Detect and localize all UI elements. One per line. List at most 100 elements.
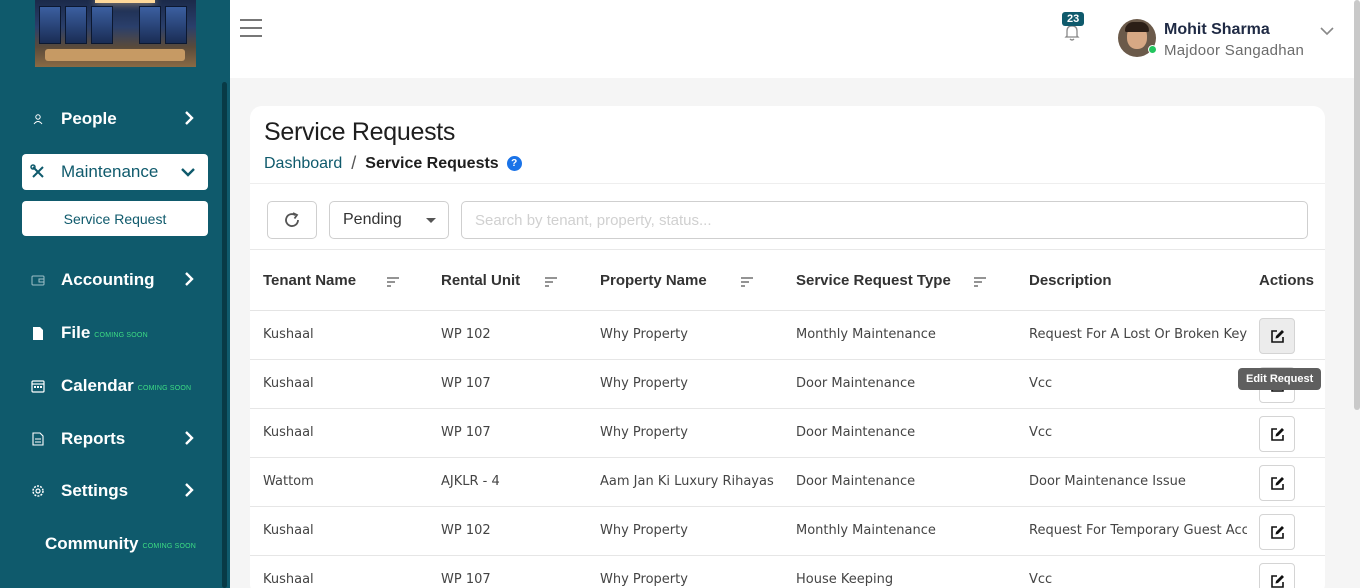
column-header-description[interactable]: Description: [1029, 272, 1112, 289]
online-status-dot: [1148, 45, 1157, 54]
cell-rental-unit: AJKLR - 4: [441, 474, 500, 489]
chevron-right-icon: [185, 111, 194, 125]
table-row: Kushaal WP 107 Why Property Door Mainten…: [250, 409, 1325, 458]
refresh-button[interactable]: [267, 201, 317, 239]
table-row: Wattom AJKLR - 4 Aam Jan Ki Luxury Rihay…: [250, 458, 1325, 507]
cell-description: Vcc: [1029, 425, 1053, 440]
cell-tenant-name: Kushaal: [263, 376, 314, 391]
sidebar-item-label: Settings: [61, 481, 129, 500]
column-header-property-name[interactable]: Property Name: [600, 272, 707, 289]
cell-request-type: House Keeping: [796, 572, 894, 587]
user-organization: Majdoor Sangadhan: [1164, 42, 1305, 59]
sidebar-scrollbar[interactable]: [222, 82, 227, 588]
coming-soon-badge: COMING SOON: [142, 542, 197, 550]
wallet-icon: [30, 272, 46, 288]
edit-icon: [1270, 329, 1284, 343]
report-icon: [30, 431, 46, 447]
table-row: Kushaal WP 107 Why Property House Keepin…: [250, 556, 1325, 588]
cell-rental-unit: WP 107: [441, 425, 491, 440]
calendar-icon: [30, 378, 46, 394]
gear-icon: [30, 483, 46, 499]
sidebar-item-label: File: [61, 323, 91, 342]
cell-tenant-name: Wattom: [263, 474, 314, 489]
cell-description: Request For A Lost Or Broken Key: [1029, 327, 1247, 342]
user-name[interactable]: Mohit Sharma: [1164, 21, 1270, 39]
sidebar-subitem-service-request[interactable]: Service Request: [22, 201, 208, 236]
edit-request-button[interactable]: [1259, 465, 1295, 501]
logo-image: [35, 0, 196, 67]
column-header-rental-unit[interactable]: Rental Unit: [441, 272, 520, 289]
breadcrumb-dashboard-link[interactable]: Dashboard: [264, 155, 342, 173]
chevron-right-icon: [185, 431, 194, 445]
page-title: Service Requests: [264, 118, 456, 146]
edit-request-button[interactable]: [1259, 514, 1295, 550]
sidebar-item-label: Maintenance: [61, 162, 159, 181]
cell-tenant-name: Kushaal: [263, 523, 314, 538]
file-icon: [30, 325, 46, 341]
edit-icon: [1270, 476, 1284, 490]
chevron-right-icon: [185, 272, 194, 286]
edit-request-button[interactable]: [1259, 563, 1295, 588]
sidebar-item-label: People: [61, 109, 117, 128]
sidebar-item-settings[interactable]: Settings: [22, 473, 208, 509]
status-filter-select[interactable]: Pending: [329, 201, 449, 239]
cell-description: Vcc: [1029, 572, 1053, 587]
cell-request-type: Door Maintenance: [796, 376, 916, 391]
table-row: Kushaal WP 102 Why Property Monthly Main…: [250, 311, 1325, 360]
sidebar-item-label: Community: [45, 534, 139, 553]
sort-icon[interactable]: [741, 277, 753, 287]
help-icon[interactable]: ?: [506, 156, 522, 171]
column-header-actions: Actions: [1259, 272, 1315, 289]
sidebar-item-people[interactable]: People: [22, 101, 208, 137]
sidebar-item-file[interactable]: File COMING SOON: [22, 315, 208, 351]
cell-tenant-name: Kushaal: [263, 572, 314, 587]
sidebar-item-label: Calendar: [61, 376, 134, 395]
edit-request-button[interactable]: [1259, 416, 1295, 452]
cell-tenant-name: Kushaal: [263, 425, 314, 440]
cell-property-name: Why Property: [600, 376, 688, 391]
chevron-right-icon: [185, 483, 194, 497]
cell-request-type: Door Maintenance: [796, 474, 916, 489]
notification-badge[interactable]: 23: [1062, 12, 1085, 26]
caret-down-icon: [426, 218, 436, 223]
tools-icon: [30, 164, 46, 180]
sidebar-item-maintenance[interactable]: Maintenance: [22, 154, 208, 190]
cell-property-name: Why Property: [600, 523, 688, 538]
sidebar-item-calendar[interactable]: Calendar COMING SOON: [22, 368, 208, 404]
edit-request-tooltip: Edit Request: [1238, 368, 1322, 390]
cell-rental-unit: WP 107: [441, 572, 491, 587]
table-row: Kushaal WP 102 Why Property Monthly Main…: [250, 507, 1325, 556]
top-header: 23 Mohit Sharma Majdoor Sangadhan: [230, 0, 1360, 78]
cell-request-type: Door Maintenance: [796, 425, 916, 440]
cell-description: Vcc: [1029, 376, 1053, 391]
search-input[interactable]: [461, 201, 1308, 239]
edit-icon: [1270, 574, 1284, 588]
sort-icon[interactable]: [387, 277, 399, 287]
refresh-icon: [285, 212, 299, 227]
sidebar-item-label: Reports: [61, 429, 126, 448]
sidebar-item-community[interactable]: Community COMING SOON: [45, 526, 215, 562]
cell-tenant-name: Kushaal: [263, 327, 314, 342]
chevron-down-icon: [181, 168, 195, 177]
cell-description: Door Maintenance Issue: [1029, 474, 1186, 489]
sidebar-item-accounting[interactable]: Accounting: [22, 262, 208, 298]
sidebar-item-reports[interactable]: Reports: [22, 421, 208, 457]
cell-property-name: Why Property: [600, 425, 688, 440]
sidebar-item-label: Accounting: [61, 270, 155, 289]
cell-request-type: Monthly Maintenance: [796, 327, 936, 342]
table-row: Kushaal WP 107 Why Property Door Mainten…: [250, 360, 1325, 409]
sort-icon[interactable]: [545, 277, 557, 287]
sort-icon[interactable]: [974, 277, 986, 287]
service-requests-card: Service Requests Dashboard / Service Req…: [250, 106, 1325, 588]
cell-rental-unit: WP 102: [441, 523, 491, 538]
page-scrollbar[interactable]: [1354, 0, 1360, 410]
cell-property-name: Why Property: [600, 572, 688, 587]
edit-request-button[interactable]: [1259, 318, 1295, 354]
column-header-tenant-name[interactable]: Tenant Name: [263, 272, 356, 289]
cell-rental-unit: WP 102: [441, 327, 491, 342]
chevron-down-icon[interactable]: [1320, 26, 1334, 36]
cell-property-name: Why Property: [600, 327, 688, 342]
hamburger-menu-icon[interactable]: [240, 19, 262, 37]
column-header-service-request-type[interactable]: Service Request Type: [796, 272, 951, 289]
person-icon: [30, 111, 46, 127]
